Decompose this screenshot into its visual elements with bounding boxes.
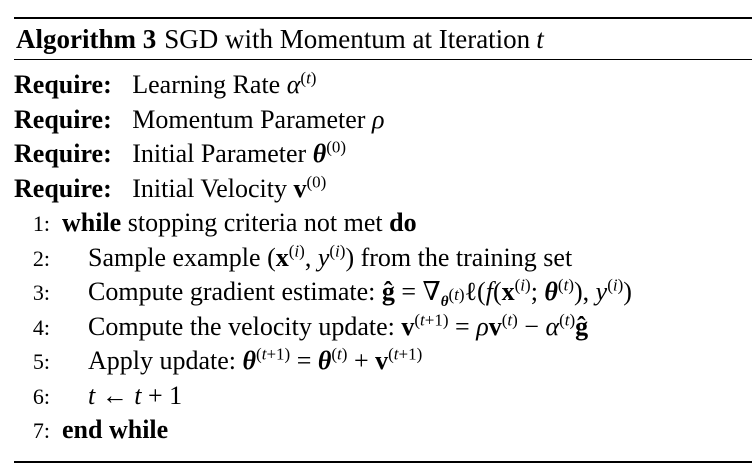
require-text: Learning Rate bbox=[132, 70, 281, 99]
algorithm-title: SGD with Momentum at Iteration bbox=[164, 23, 531, 54]
require-initial-parameter: Require: Initial Parameter θ(0) bbox=[14, 137, 752, 172]
require-keyword: Require: bbox=[14, 104, 112, 134]
step-math: ĝ = ∇θ(t)ℓ(f(x(i); θ(t)), y(i)) bbox=[381, 275, 632, 311]
step-text: Apply update: bbox=[88, 346, 237, 375]
end-while-keyword: end while bbox=[62, 415, 169, 444]
step-text: Compute gradient estimate: bbox=[88, 277, 376, 306]
step-2: 2: Sample example (x(i), y(i)) from the t… bbox=[14, 241, 752, 276]
step-6: 6: t ← t + 1 bbox=[14, 379, 752, 414]
require-initial-velocity: Require: Initial Velocity v(0) bbox=[14, 172, 752, 207]
step-math: θ(t+1) = θ(t) + v(t+1) bbox=[242, 344, 423, 375]
require-math: α(t) bbox=[286, 68, 317, 99]
do-keyword: do bbox=[389, 208, 417, 237]
step-text: Sample example bbox=[88, 242, 261, 272]
require-learning-rate: Require: Learning Rate α(t) bbox=[14, 68, 752, 103]
step-5: 5: Apply update: θ(t+1) = θ(t) + v(t+1) bbox=[14, 344, 752, 379]
step-1: 1: while stopping criteria not met do bbox=[14, 206, 752, 241]
line-number: 1: bbox=[32, 211, 50, 236]
line-number: 5: bbox=[32, 349, 50, 374]
step-text: Compute the velocity update: bbox=[88, 311, 395, 341]
require-keyword: Require: bbox=[14, 173, 112, 203]
algorithm-label: Algorithm 3 bbox=[16, 23, 157, 54]
step-math: t ← t + 1 bbox=[88, 380, 183, 410]
require-math: v(0) bbox=[293, 171, 327, 203]
while-keyword: while bbox=[62, 208, 122, 237]
require-momentum: Require: Momentum Parameter ρ bbox=[14, 103, 752, 138]
algorithm-bottom-rule bbox=[14, 461, 752, 463]
algorithm-block: Algorithm 3 SGD with Momentum at Iterati… bbox=[14, 17, 752, 448]
step-text-after: from the training set bbox=[360, 242, 573, 272]
step-7: 7: end while bbox=[14, 413, 752, 448]
step-3: 3: Compute gradient estimate: ĝ = ∇θ(t)ℓ(… bbox=[14, 275, 752, 311]
step-math: (x(i), y(i)) bbox=[267, 240, 355, 272]
line-number: 2: bbox=[32, 245, 50, 271]
line-number: 4: bbox=[32, 314, 50, 340]
require-keyword: Require: bbox=[14, 139, 112, 168]
line-number: 6: bbox=[32, 383, 50, 409]
algorithm-body: Require: Learning Rate α(t) Require: Mom… bbox=[14, 60, 752, 448]
step-math: v(t+1) = ρv(t) − α(t)ĝ bbox=[401, 309, 589, 341]
require-text: Initial Velocity bbox=[132, 173, 288, 203]
require-keyword: Require: bbox=[14, 70, 112, 99]
line-number: 7: bbox=[32, 418, 50, 443]
line-number: 3: bbox=[32, 280, 50, 305]
require-text: Initial Parameter bbox=[132, 139, 307, 168]
step-4: 4: Compute the velocity update: v(t+1) = … bbox=[14, 310, 752, 345]
step-text: stopping criteria not met bbox=[127, 208, 383, 237]
require-math: θ(0) bbox=[312, 137, 347, 168]
require-math: ρ bbox=[371, 104, 385, 134]
require-text: Momentum Parameter bbox=[132, 104, 366, 134]
algorithm-caption: Algorithm 3 SGD with Momentum at Iterati… bbox=[14, 19, 752, 60]
algorithm-title-var: t bbox=[536, 23, 544, 54]
